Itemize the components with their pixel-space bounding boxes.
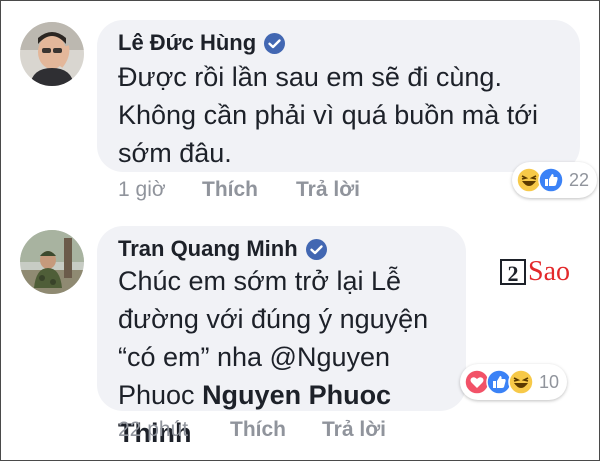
like-button[interactable]: Thích xyxy=(230,418,286,442)
verified-badge-icon xyxy=(264,32,286,54)
comment-text-line: Chúc em sớm trở lại Lễ xyxy=(118,266,401,296)
avatar-le-duc-hung[interactable] xyxy=(20,22,84,86)
comment-text-line: đường với đúng ý nguyện xyxy=(118,304,429,334)
2sao-watermark-logo: 2 Sao xyxy=(500,258,570,286)
comment-text-line: Không cần phải vì quá buồn mà tới xyxy=(118,100,538,130)
comment-timestamp[interactable]: 1 giờ xyxy=(118,178,166,202)
reaction-summary[interactable]: 10 xyxy=(460,364,568,400)
like-icon xyxy=(538,167,564,193)
watermark-digit: 2 xyxy=(500,259,526,286)
author-name-text: Lê Đức Hùng xyxy=(118,30,257,55)
comment-author-name[interactable]: Tran Quang Minh xyxy=(118,236,327,262)
comment-author-name[interactable]: Lê Đức Hùng xyxy=(118,30,286,56)
haha-icon xyxy=(508,369,534,395)
comment-text: Được rồi lần sau em sẽ đi cùng. Không cầ… xyxy=(118,58,568,172)
comment-text-line: sớm đâu. xyxy=(118,138,232,168)
reaction-count: 10 xyxy=(539,371,560,392)
reply-button[interactable]: Trả lời xyxy=(296,178,360,202)
comment-text-line: Được rồi lần sau em sẽ đi cùng. xyxy=(118,62,502,92)
reply-button[interactable]: Trả lời xyxy=(322,418,386,442)
comment-text-fragment: Phuoc xyxy=(118,380,203,410)
like-button[interactable]: Thích xyxy=(202,178,258,202)
comment-text-line: “có em” nha @Nguyen xyxy=(118,342,391,372)
avatar-tran-quang-minh[interactable] xyxy=(20,230,84,294)
watermark-word: Sao xyxy=(528,256,570,287)
reaction-count: 22 xyxy=(569,169,590,190)
reaction-summary[interactable]: 22 xyxy=(512,162,598,198)
comment-timestamp[interactable]: 22 phút xyxy=(118,418,188,442)
verified-badge-icon xyxy=(305,238,327,260)
author-name-text: Tran Quang Minh xyxy=(118,236,298,261)
